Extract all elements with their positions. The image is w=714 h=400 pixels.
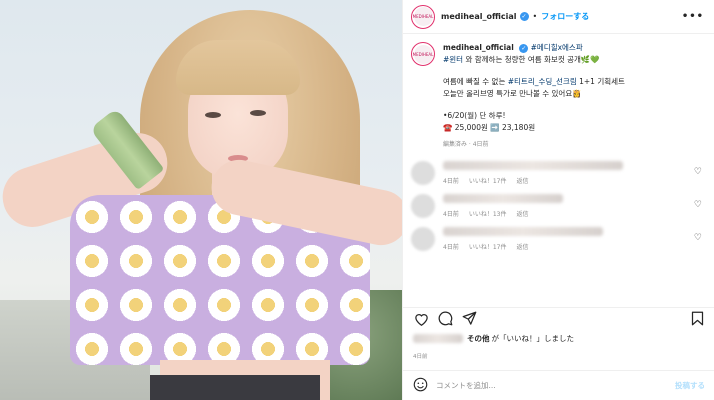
blurred-comment [443,160,623,170]
comment-time: 4日前 [443,210,459,218]
hashtag-link[interactable]: #윈터 [443,55,463,64]
emoji-icon[interactable] [413,377,428,394]
like-heart-icon[interactable] [413,311,429,327]
comment-likes[interactable]: いいね！17件 [469,242,507,251]
post-photo[interactable] [0,0,402,400]
comment-input[interactable] [436,381,675,390]
likes-summary: その他 が「いいね！」しました [413,333,574,344]
action-bar [403,307,714,329]
likes-others-link[interactable]: その他 [467,333,490,344]
likes-suffix: が「いいね！」しました [491,334,575,343]
model-jeans [150,375,320,400]
post-side-panel: MEDIHEAL mediheal_official ✓ • フォローする ••… [402,0,714,400]
caption-text: mediheal_official ✓ #메디힐x에스파 #윈터 와 함께하는 … [443,42,625,151]
reply-button[interactable]: 返信 [516,176,528,185]
model-eye [205,112,221,118]
comment-avatar[interactable] [411,160,435,185]
comments-section: MEDIHEAL mediheal_official ✓ #메디힐x에스파 #윈… [403,34,714,251]
reply-button[interactable]: 返信 [516,242,528,251]
caption-username[interactable]: mediheal_official [443,43,514,52]
comment-likes[interactable]: いいね！17件 [469,176,507,185]
caption-line: ☎️ 25,000원 ➡️ 23,180원 [443,122,536,132]
blurred-username [413,334,463,343]
bookmark-icon[interactable] [689,311,705,327]
caption-line: 오늘만 올리브영 특가로 만나볼 수 있어요👸 [443,88,582,98]
caption: MEDIHEAL mediheal_official ✓ #메디힐x에스파 #윈… [411,42,704,151]
blurred-comment [443,226,603,236]
post-comment-button[interactable]: 投稿する [675,380,705,391]
separator-dot: • [532,12,538,21]
comment-composer: 投稿する [403,370,714,400]
post-date[interactable]: 4日前 [413,352,428,360]
hashtag-link[interactable]: #메디힐x에스파 [531,43,583,52]
caption-line: 여름에 빠질 수 없는 [443,77,508,86]
caption-line: 와 함께하는 청량한 여름 화보컷 공개🌿💚 [463,54,600,64]
more-options-icon[interactable]: ••• [682,11,704,22]
username-link[interactable]: mediheal_official [441,12,517,21]
comment-avatar[interactable] [411,226,435,251]
caption-line: 1+1 기획세트 [576,77,625,86]
comment-row: 4日前 いいね！13件 返信 ♡ [411,193,704,218]
verified-badge-icon: ✓ [519,44,529,54]
comment-time: 4日前 [443,177,459,185]
avatar-logo: MEDIHEAL [413,44,433,64]
comment-row: 4日前 いいね！17件 返信 ♡ [411,226,704,251]
comment-icon[interactable] [437,311,453,327]
share-icon[interactable] [461,311,477,327]
caption-avatar[interactable]: MEDIHEAL [411,42,435,66]
caption-line: •6/20(월) 단 하루! [443,111,506,120]
comment-row: 4日前 いいね！17件 返信 ♡ [411,160,704,185]
heart-icon[interactable]: ♡ [694,233,702,243]
comment-likes[interactable]: いいね！13件 [469,209,507,218]
model-eye [250,110,266,116]
comment-time: 4日前 [443,243,459,251]
comment-avatar[interactable] [411,193,435,218]
follow-button[interactable]: フォローする [541,11,589,22]
hashtag-link[interactable]: #티트리_수딩_선크림 [508,77,577,86]
blurred-comment [443,193,563,203]
avatar-logo: MEDIHEAL [413,7,433,26]
instagram-post: MEDIHEAL mediheal_official ✓ • フォローする ••… [0,0,714,400]
heart-icon[interactable]: ♡ [694,167,702,177]
model-bangs [176,40,300,95]
caption-meta: 編集済み · 4日前 [443,141,489,148]
verified-badge-icon: ✓ [519,12,529,21]
heart-icon[interactable]: ♡ [694,200,702,210]
post-header: MEDIHEAL mediheal_official ✓ • フォローする ••… [403,0,714,34]
reply-button[interactable]: 返信 [516,209,528,218]
avatar[interactable]: MEDIHEAL [411,4,435,29]
